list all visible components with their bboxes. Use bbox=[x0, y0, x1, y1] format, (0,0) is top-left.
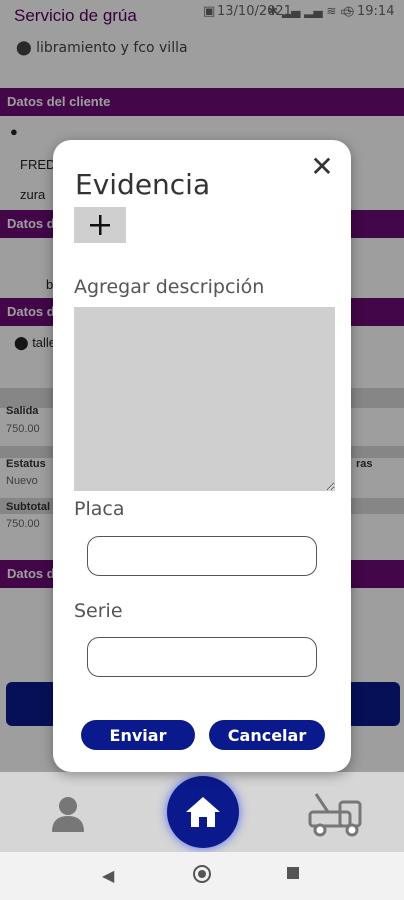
send-button[interactable]: Enviar bbox=[81, 720, 195, 750]
back-icon[interactable]: ◀ bbox=[102, 866, 114, 885]
serie-input[interactable] bbox=[87, 637, 317, 677]
profile-nav-button[interactable] bbox=[50, 794, 86, 834]
description-input[interactable] bbox=[74, 307, 335, 491]
add-evidence-button[interactable] bbox=[74, 207, 126, 243]
close-icon[interactable]: ✕ bbox=[307, 152, 337, 182]
placa-input[interactable] bbox=[87, 536, 317, 576]
placa-label: Placa bbox=[74, 498, 125, 520]
description-label: Agregar descripción bbox=[74, 276, 265, 298]
tow-truck-icon bbox=[308, 793, 362, 837]
system-nav-bar: ◀ bbox=[0, 852, 404, 900]
recents-icon[interactable] bbox=[287, 867, 299, 879]
person-icon bbox=[52, 797, 84, 832]
evidence-modal: Evidencia ✕ Agregar descripción Placa Se… bbox=[53, 140, 351, 772]
serie-label: Serie bbox=[74, 600, 123, 622]
modal-title: Evidencia bbox=[75, 168, 211, 201]
tow-truck-nav-button[interactable] bbox=[306, 790, 370, 838]
home-nav-button[interactable] bbox=[167, 776, 239, 848]
home-system-icon[interactable] bbox=[193, 865, 211, 883]
plus-icon bbox=[90, 215, 110, 235]
cancel-button[interactable]: Cancelar bbox=[209, 720, 325, 750]
home-icon bbox=[186, 797, 220, 827]
